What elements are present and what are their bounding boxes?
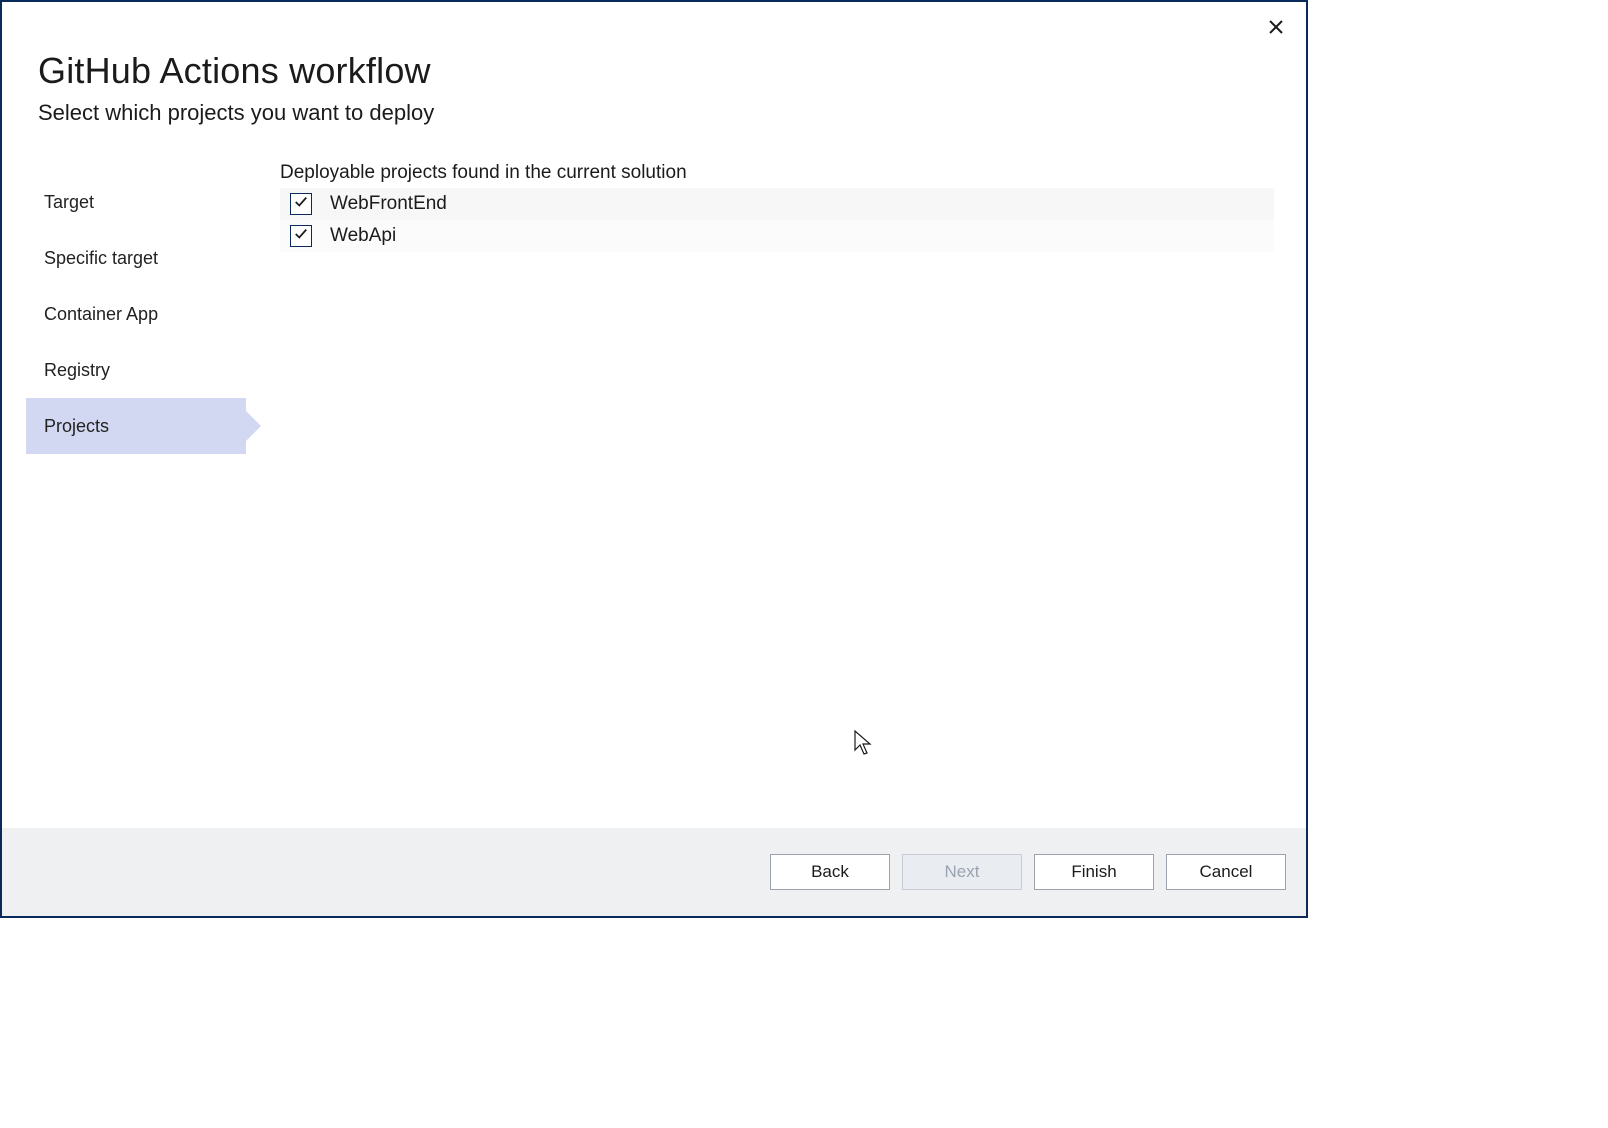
cancel-button[interactable]: Cancel [1166,854,1286,890]
project-name: WebFrontEnd [330,193,447,215]
project-checkbox[interactable] [290,225,312,247]
project-row[interactable]: WebApi [280,220,1274,252]
sidebar-item-projects[interactable]: Projects [26,398,246,454]
project-list: WebFrontEnd WebApi [280,188,1274,252]
wizard-sidebar: Target Specific target Container App Reg… [26,160,246,828]
project-checkbox[interactable] [290,193,312,215]
close-button[interactable] [1260,12,1292,44]
wizard-main: Deployable projects found in the current… [246,160,1282,828]
dialog-footer: Back Next Finish Cancel [2,828,1306,916]
project-name: WebApi [330,225,396,247]
next-button: Next [902,854,1022,890]
dialog-body: Target Specific target Container App Reg… [2,136,1306,828]
dialog-window: GitHub Actions workflow Select which pro… [0,0,1308,918]
sidebar-item-specific-target[interactable]: Specific target [26,230,246,286]
check-icon [294,227,308,246]
check-icon [294,195,308,214]
sidebar-item-container-app[interactable]: Container App [26,286,246,342]
dialog-header: GitHub Actions workflow Select which pro… [2,2,1306,136]
sidebar-item-label: Target [44,192,94,213]
sidebar-item-target[interactable]: Target [26,174,246,230]
sidebar-item-label: Specific target [44,248,158,269]
sidebar-item-label: Registry [44,360,110,381]
close-icon [1268,19,1284,38]
back-button[interactable]: Back [770,854,890,890]
project-row[interactable]: WebFrontEnd [280,188,1274,220]
dialog-subtitle: Select which projects you want to deploy [38,100,1270,126]
sidebar-item-label: Container App [44,304,158,325]
sidebar-item-registry[interactable]: Registry [26,342,246,398]
dialog-title: GitHub Actions workflow [38,50,1270,92]
sidebar-item-label: Projects [44,416,109,437]
projects-section-label: Deployable projects found in the current… [280,162,1274,184]
finish-button[interactable]: Finish [1034,854,1154,890]
